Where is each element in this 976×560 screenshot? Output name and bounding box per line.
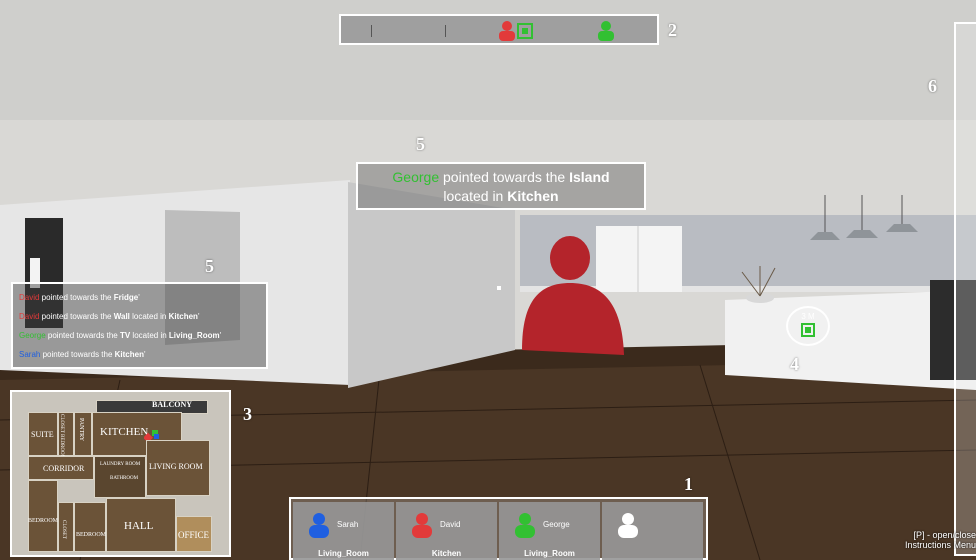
player-card[interactable] [602,502,703,560]
log-object: Fridge [113,293,139,302]
marker-distance: 3 M [801,312,815,321]
log-text: pointed towards the [39,293,114,302]
green-player-icon [598,21,614,41]
player-room: Living_Room [318,549,369,558]
minimap[interactable]: BALCONY SUITE CLOSET BEDROOM PANTRY KITC… [10,390,231,557]
log-line: David pointed towards the Wall located i… [19,307,260,326]
player-card[interactable]: George Living_Room [499,502,600,560]
person-icon [412,513,432,538]
log-line: David pointed towards the Fridge' [19,288,260,307]
log-room: Kitchen [168,312,198,321]
activity-log: David pointed towards the Fridge' David … [11,282,268,369]
player-room: Kitchen [431,549,462,558]
notification-text-2: located in [443,188,508,204]
log-object: TV [119,331,131,340]
person-icon [515,513,535,538]
notification-banner: George pointed towards the Island locate… [356,162,646,210]
minimap-label-laundry: LAUNDRY ROOM [100,462,141,467]
callout-4: 4 [790,354,799,374]
player-card[interactable]: David Kitchen [396,502,497,560]
log-text: pointed towards the [45,331,120,340]
log-end: ' [143,350,146,359]
log-line: Sarah pointed towards the Kitchen' [19,345,260,364]
instructions-line-1: [P] - open/close [913,530,976,540]
log-room: Living_Room [168,331,220,340]
log-actor: David [19,312,40,321]
compass-tick [371,25,372,37]
player-name: Sarah [337,520,359,529]
crosshair [497,286,501,290]
target-marker-icon [801,323,815,337]
log-object: Kitchen [114,350,144,359]
instructions-line-2: Instructions Menu [904,540,976,550]
log-text: pointed towards the [39,312,114,321]
player-list: Sarah Living_Room David Kitchen George L… [289,497,708,560]
minimap-label-balcony: BALCONY [152,400,193,409]
minimap-label-hall: HALL [124,520,154,532]
callout-1: 1 [684,474,693,494]
log-line: George pointed towards the TV located in… [19,326,260,345]
log-actor: David [19,293,40,302]
minimap-label-corridor: CORRIDOR [43,464,85,473]
callout-5-log: 5 [205,256,214,276]
red-player-icon [499,21,533,41]
minimap-label-kitchen: KITCHEN [100,426,149,438]
compass-tick [445,25,446,37]
minimap-label-living-room: LIVING ROOM [149,462,203,471]
person-icon [309,513,329,538]
notification-text-1: pointed towards the [439,169,570,185]
compass-bar [339,14,659,45]
log-object: Wall [113,312,130,321]
minimap-bedroom [28,480,58,552]
notification-actor: George [392,169,440,185]
minimap-label-closet: CLOSET [61,520,66,539]
player-card[interactable]: Sarah Living_Room [293,502,394,560]
minimap-label-bedroom-2: BEDROOM [76,532,107,538]
notification-room: Kitchen [507,188,559,204]
notification-object: Island [569,169,610,185]
minimap-label-pantry: PANTRY [78,418,84,442]
callout-3: 3 [243,404,252,424]
person-icon [618,513,638,538]
minimap-label-closet-bedroom: CLOSET BEDROOM [59,414,64,460]
player-name: David [440,520,461,529]
log-actor: Sarah [19,350,41,359]
log-suffix: located in [130,331,169,340]
minimap-bedroom-2 [74,502,106,552]
log-text: pointed towards the [40,350,115,359]
log-end: ' [219,331,222,340]
log-end: ' [138,293,140,302]
callout-5-center: 5 [416,134,425,154]
marker-distance-ring: 3 M [786,306,830,346]
callout-2: 2 [668,20,677,40]
log-end: ' [197,312,200,321]
instructions-hint: [P] - open/close Instructions Menu [905,530,976,550]
player-name: George [543,520,570,529]
minimap-label-bathroom: BATHROOM [110,476,139,481]
callout-6: 6 [928,76,937,96]
minimap-label-office: OFFICE [178,530,210,540]
log-actor: George [19,331,46,340]
side-panel[interactable] [954,22,976,556]
player-room: Living_Room [524,549,575,558]
log-suffix: located in [129,312,169,321]
minimap-label-suite: SUITE [31,430,54,439]
minimap-label-bedroom: BEDROOM [28,518,59,524]
